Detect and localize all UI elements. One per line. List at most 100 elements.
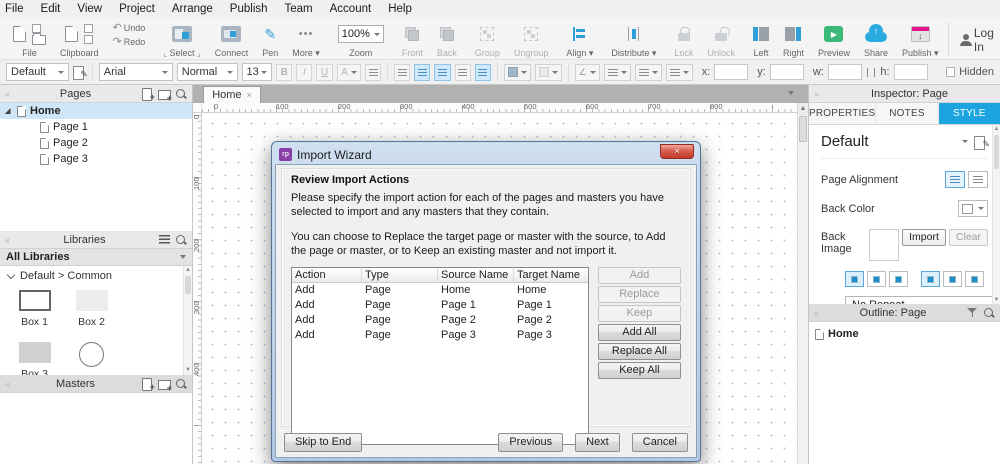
page-tree-item[interactable]: ◢ Home (0, 103, 192, 119)
align-menu[interactable]: Align ▾ (559, 20, 600, 59)
action-button[interactable]: Replace All (598, 343, 681, 360)
table-row[interactable]: Add Page Page 2 Page 2 (292, 313, 588, 328)
line-width-dropdown[interactable]: ∠ (575, 64, 600, 81)
scroll-down-icon[interactable]: ▼ (993, 297, 1000, 303)
h-input[interactable] (894, 64, 928, 80)
tab-list-dropdown-icon[interactable] (788, 91, 794, 95)
scrollbar-thumb[interactable] (799, 116, 807, 142)
search-icon[interactable] (175, 88, 187, 100)
column-header-type[interactable]: Type (362, 268, 438, 283)
page-align-center-button[interactable] (968, 171, 988, 188)
x-input[interactable] (714, 64, 748, 80)
fill-color-dropdown[interactable] (504, 64, 531, 81)
edit-style-icon[interactable] (73, 65, 86, 79)
select-tool[interactable]: Select (156, 20, 207, 59)
import-actions-table[interactable]: Action Type Source Name Target Name Add … (291, 267, 589, 445)
font-size-dropdown[interactable]: 13 (242, 63, 273, 81)
group-button[interactable]: Group (468, 20, 507, 59)
clear-image-button[interactable]: Clear (949, 229, 988, 246)
collapse-panel-icon[interactable]: » (814, 89, 819, 99)
add-folder-icon[interactable] (158, 377, 170, 390)
add-page-icon[interactable] (141, 87, 153, 100)
link-dimensions-icon[interactable] (867, 68, 876, 77)
zoom-dropdown[interactable]: 100% (338, 25, 384, 43)
arrow-style-dropdown[interactable] (635, 64, 662, 81)
previous-button[interactable]: Previous (498, 433, 563, 452)
ungroup-button[interactable]: Ungroup (507, 20, 556, 59)
menu-item[interactable]: Edit (41, 3, 61, 15)
open-folder-icon[interactable] (32, 35, 46, 45)
align-left-button[interactable] (394, 64, 410, 81)
scrollbar-thumb[interactable] (994, 135, 999, 169)
align-left-edge-button[interactable]: Left (746, 20, 776, 59)
menu-item[interactable]: Team (285, 3, 313, 15)
libraries-filter-dropdown[interactable]: All Libraries (0, 249, 192, 266)
redo-button[interactable]: ↷Redo (113, 35, 146, 48)
menu-item[interactable]: File (5, 3, 24, 15)
image-valign-middle-button[interactable] (943, 271, 962, 287)
collapse-panel-icon[interactable]: « (5, 89, 10, 99)
line-style-dropdown[interactable] (604, 64, 631, 81)
search-icon[interactable] (175, 378, 187, 390)
search-icon[interactable] (175, 234, 187, 246)
libraries-scrollbar[interactable]: ▲ ▼ (183, 266, 192, 375)
table-row[interactable]: Add Page Home Home (292, 283, 588, 298)
border-pattern-dropdown[interactable] (666, 64, 693, 81)
align-right-button[interactable] (434, 64, 450, 81)
new-file-icon[interactable] (13, 26, 26, 42)
scroll-up-icon[interactable]: ▲ (184, 266, 192, 275)
skip-to-end-button[interactable]: Skip to End (284, 433, 362, 452)
libraries-menu-icon[interactable] (159, 235, 170, 244)
column-header-action[interactable]: Action (292, 268, 362, 283)
menu-item[interactable]: View (77, 3, 102, 15)
save-icon[interactable] (32, 24, 41, 33)
w-input[interactable] (828, 64, 862, 80)
image-valign-top-button[interactable] (921, 271, 940, 287)
page-tree-item[interactable]: Page 1 (0, 119, 192, 135)
more-tools[interactable]: ••• More ▾ (285, 20, 327, 59)
login-button[interactable]: Log In (950, 26, 1000, 54)
collapse-panel-icon[interactable]: » (814, 308, 819, 318)
border-color-dropdown[interactable] (535, 64, 562, 81)
outline-item[interactable]: Home (809, 326, 1000, 342)
collapse-panel-icon[interactable]: « (5, 235, 10, 245)
pen-tool[interactable]: ✎ Pen (255, 20, 285, 59)
page-tree-item[interactable]: Page 2 (0, 135, 192, 151)
font-color-dropdown[interactable]: A (337, 64, 362, 81)
bold-button[interactable]: B (276, 64, 292, 81)
underline-button[interactable]: U (316, 64, 332, 81)
add-folder-icon[interactable] (158, 87, 170, 100)
connect-tool[interactable]: Connect (208, 20, 256, 59)
line-spacing-button[interactable] (365, 64, 381, 81)
image-valign-bottom-button[interactable] (965, 271, 984, 287)
action-button[interactable]: Keep (598, 305, 681, 322)
add-master-icon[interactable] (141, 377, 153, 390)
align-top-button[interactable] (455, 64, 471, 81)
menu-item[interactable]: Help (388, 3, 412, 15)
tree-expand-icon[interactable]: ◢ (5, 107, 13, 115)
menu-item[interactable]: Project (119, 3, 155, 15)
action-button[interactable]: Add All (598, 324, 681, 341)
hidden-checkbox[interactable] (946, 67, 956, 77)
preview-button[interactable]: ▶ Preview (811, 20, 857, 59)
collapse-panel-icon[interactable]: « (5, 379, 10, 389)
image-align-left-button[interactable] (845, 271, 864, 287)
y-input[interactable] (770, 64, 804, 80)
action-button[interactable]: Replace (598, 286, 681, 303)
table-row[interactable]: Add Page Page 3 Page 3 (292, 328, 588, 343)
clipboard-group[interactable]: Clipboard (53, 20, 106, 59)
library-item[interactable]: Box 1 (6, 286, 63, 338)
tab-close-icon[interactable]: × (247, 90, 252, 100)
scroll-up-icon[interactable]: ▲ (798, 103, 808, 115)
unlock-button[interactable]: Unlock (700, 20, 742, 59)
table-row[interactable]: Add Page Page 1 Page 1 (292, 298, 588, 313)
style-panel-scrollbar[interactable]: ▲ ▼ (992, 125, 1000, 304)
canvas-scrollbar[interactable]: ▲ (797, 103, 808, 464)
import-image-button[interactable]: Import (902, 229, 946, 246)
distribute-menu[interactable]: Distribute ▾ (604, 20, 663, 59)
image-align-center-button[interactable] (867, 271, 886, 287)
font-weight-dropdown[interactable]: Normal (177, 63, 238, 81)
align-center-button[interactable] (414, 64, 430, 81)
front-button[interactable]: Front (395, 20, 430, 59)
inspector-tab[interactable]: NOTES (876, 103, 938, 124)
